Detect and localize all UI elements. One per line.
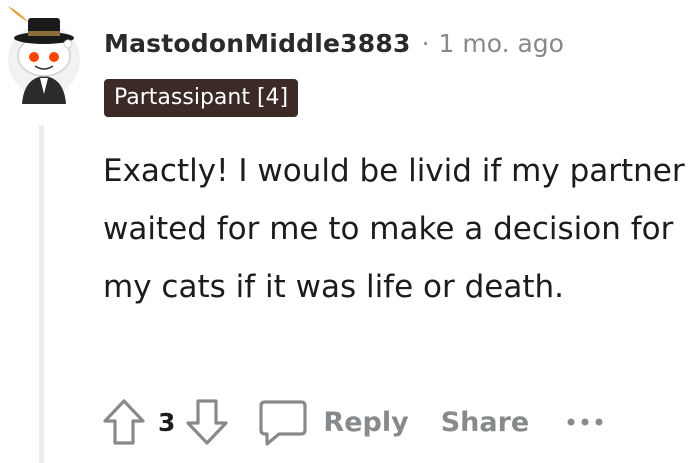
snoo-avatar-icon <box>8 6 80 104</box>
reply-label: Reply <box>323 406 409 438</box>
meta-separator: · <box>421 28 430 58</box>
comment-meta: MastodonMiddle3883 · 1 mo. ago <box>104 25 564 61</box>
share-button[interactable]: Share <box>441 407 530 438</box>
avatar[interactable] <box>4 4 86 104</box>
more-options-button[interactable] <box>565 416 605 428</box>
arrow-up-icon <box>103 399 145 445</box>
comment-actions: 3 Reply Share <box>98 394 605 450</box>
timestamp-link[interactable]: 1 mo. ago <box>439 29 564 58</box>
reply-button[interactable]: Reply <box>257 398 409 446</box>
speech-bubble-icon <box>259 400 308 446</box>
more-options-icon <box>567 418 603 426</box>
upvote-button[interactable] <box>98 394 150 450</box>
user-flair-badge: Partassipant [4] <box>104 79 299 117</box>
username-link[interactable]: MastodonMiddle3883 <box>104 29 411 58</box>
vote-score: 3 <box>158 407 176 437</box>
downvote-button[interactable] <box>181 394 233 450</box>
comment-body: Exactly! I would be livid if my partner … <box>103 153 685 305</box>
arrow-down-icon <box>186 399 229 445</box>
thread-line[interactable] <box>39 125 44 463</box>
